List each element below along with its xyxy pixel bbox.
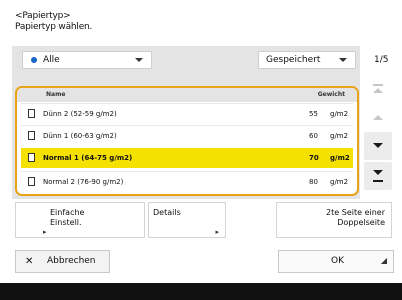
column-header-weight: Gewicht (317, 91, 345, 98)
item-weight: 55 (309, 110, 318, 118)
page-indicator: 1/5 (374, 55, 389, 65)
item-name: Normal 2 (76-90 g/m2) (43, 178, 124, 186)
paper-sheet-icon (28, 109, 35, 118)
footer-bar (0, 283, 402, 300)
details-button[interactable]: Details ▸ (148, 202, 226, 238)
sort-dropdown[interactable]: Gespeichert (258, 51, 356, 69)
list-item[interactable]: Normal 2 (76-90 g/m2) 80 g/m2 (21, 171, 353, 191)
scroll-to-top-button[interactable] (364, 76, 392, 104)
second-side-label: 2te Seite einer Doppelseite (326, 208, 385, 227)
paper-type-list: Name Gewicht Dünn 2 (52-59 g/m2) 55 g/m2… (15, 86, 359, 196)
chevron-down-icon (339, 58, 347, 62)
triangle-up-icon (373, 88, 383, 93)
cancel-label: Abbrechen (47, 256, 96, 266)
scroll-to-top-icon (373, 84, 383, 86)
item-name: Normal 1 (64-75 g/m2) (43, 154, 133, 162)
ok-button[interactable]: OK ◢ (278, 250, 394, 273)
item-unit: g/m2 (330, 132, 349, 140)
details-label: Details (153, 208, 181, 217)
simple-settings-label: Einfache Einstell. (50, 208, 85, 227)
scroll-down-icon (373, 143, 383, 148)
list-item[interactable]: Dünn 1 (60-63 g/m2) 60 g/m2 (21, 125, 353, 145)
item-weight: 70 (309, 154, 319, 162)
corner-arrow-icon: ▸ (43, 228, 47, 236)
list-header: Name Gewicht (17, 88, 357, 102)
filter-dropdown[interactable]: Alle (22, 51, 152, 69)
list-item[interactable]: Dünn 2 (52-59 g/m2) 55 g/m2 (21, 103, 353, 123)
second-side-button[interactable]: 2te Seite einer Doppelseite (276, 202, 392, 238)
corner-arrow-icon: ▸ (215, 228, 219, 236)
scroll-up-button[interactable] (364, 104, 392, 132)
ok-label: OK (331, 256, 344, 266)
chevron-down-icon (135, 58, 143, 62)
sort-value: Gespeichert (266, 55, 321, 65)
paper-sheet-icon (28, 177, 35, 186)
list-item-selected[interactable]: Normal 1 (64-75 g/m2) 70 g/m2 (21, 148, 353, 168)
blue-dot-icon (31, 57, 37, 63)
item-unit: g/m2 (330, 110, 349, 118)
item-weight: 60 (309, 132, 318, 140)
paper-sheet-icon (28, 153, 35, 162)
item-name: Dünn 2 (52-59 g/m2) (43, 110, 117, 118)
cancel-button[interactable]: ✕ Abbrechen (15, 250, 110, 273)
filter-value: Alle (43, 55, 60, 65)
scroll-to-bottom-icon (373, 180, 383, 182)
close-icon: ✕ (25, 256, 34, 267)
screen-header: <Papiertyp> Papiertyp wählen. (15, 11, 92, 33)
column-header-name: Name (46, 91, 66, 98)
corner-arrow-icon: ◢ (380, 256, 387, 265)
item-weight: 80 (309, 178, 318, 186)
item-unit: g/m2 (330, 178, 349, 186)
item-unit: g/m2 (330, 154, 350, 162)
header-title: <Papiertyp> (15, 11, 71, 21)
simple-settings-button[interactable]: ▸ Einfache Einstell. (15, 202, 145, 238)
paper-sheet-icon (28, 131, 35, 140)
header-instruction: Papiertyp wählen. (15, 22, 93, 32)
triangle-down-icon (373, 170, 383, 175)
scroll-to-bottom-button[interactable] (364, 162, 392, 190)
scroll-up-icon (373, 115, 383, 120)
item-name: Dünn 1 (60-63 g/m2) (43, 132, 117, 140)
scroll-down-button[interactable] (364, 132, 392, 160)
